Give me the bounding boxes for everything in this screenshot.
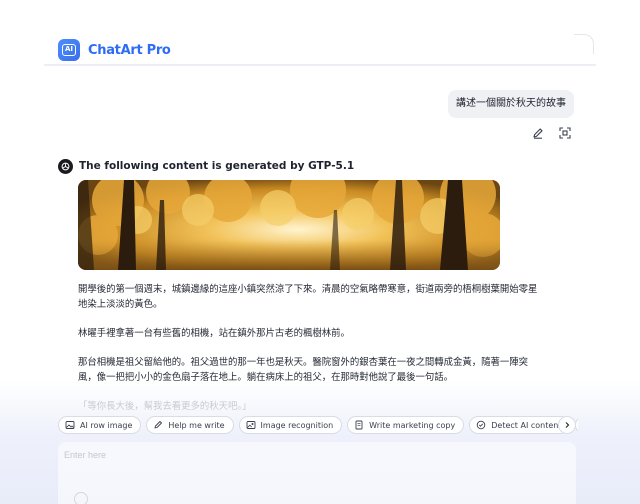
header-corner [574, 34, 594, 54]
story-paragraph: 那台相機是祖父留給他的。祖父過世的那一年也是秋天。醫院窗外的銀杏葉在一夜之間轉成… [78, 357, 529, 383]
user-message: 講述一個關於秋天的故事 [448, 90, 574, 118]
document-icon [355, 420, 363, 430]
message-input[interactable] [58, 442, 576, 482]
check-circle-icon [477, 420, 486, 430]
chip-label: Image recognition [260, 420, 334, 430]
story-paragraph: 「等你長大後，幫我去看更多的秋天吧。」 [78, 401, 252, 412]
chip-help-me-write[interactable]: Help me write [146, 416, 234, 434]
chip-label: AI row image [80, 420, 133, 430]
story-paragraph: 開學後的第一個週末，城鎮邊緣的這座小鎮突然涼了下來。清晨的空氣略帶寒意，街道兩旁… [78, 284, 538, 310]
chevron-right-icon [565, 422, 570, 428]
chips-scroll-right-button[interactable] [558, 416, 576, 434]
message-input-area [58, 442, 576, 504]
story-paragraph: 林曜手裡拿著一台有些舊的相機，站在鎮外那片古老的楓樹林前。 [78, 328, 350, 339]
app-logo-icon: AI [58, 39, 80, 61]
chip-detect-ai-content[interactable]: Detect AI content [469, 416, 571, 434]
model-label: The following content is generated by GT… [79, 160, 355, 172]
generated-autumn-image[interactable] [78, 180, 500, 270]
edit-icon[interactable] [531, 126, 545, 140]
image-icon [65, 421, 75, 429]
tool-chips: AI row image Help me write Image recogni… [58, 416, 578, 436]
chat-panel: AI ChatArt Pro 講述一個關於秋天的故事 The following… [44, 32, 596, 504]
story-text: 開學後的第一個週末，城鎮邊緣的這座小鎮突然涼了下來。清晨的空氣略帶寒意，街道兩旁… [78, 282, 538, 428]
app-header: AI ChatArt Pro [44, 32, 596, 66]
chip-label: Detect AI content [491, 420, 562, 430]
attach-button[interactable] [74, 492, 88, 504]
pen-icon [154, 421, 163, 429]
copy-icon[interactable] [558, 126, 572, 140]
app-title: ChatArt Pro [88, 43, 171, 58]
chip-write-marketing-copy[interactable]: Write marketing copy [347, 416, 465, 434]
scan-image-icon [246, 421, 255, 429]
chip-image-recognition[interactable]: Image recognition [238, 416, 343, 434]
chip-label: Help me write [168, 420, 225, 430]
chip-label: Write marketing copy [369, 420, 456, 430]
chip-ai-row-image[interactable]: AI row image [58, 416, 142, 434]
openai-avatar-icon [58, 159, 73, 174]
